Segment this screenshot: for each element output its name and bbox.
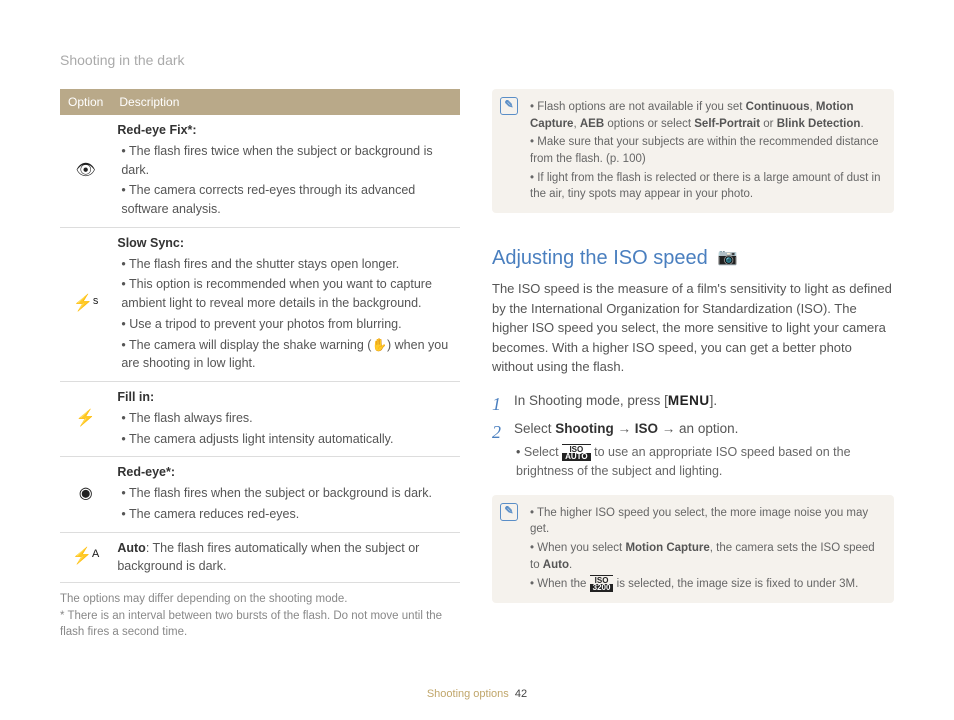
iso-auto-icon: ISOAUTO: [562, 444, 591, 462]
note-bullet: Make sure that your subjects are within …: [530, 134, 884, 167]
section-intro: The ISO speed is the measure of a film's…: [492, 279, 894, 377]
auto-flash-icon: ⚡ᴬ: [60, 532, 111, 583]
red-eye-fix-icon: 👁: [60, 115, 111, 227]
option-bullet: The flash fires when the subject or back…: [121, 484, 454, 503]
option-name: Red-eye*:: [117, 465, 175, 479]
footnote: The options may differ depending on the …: [60, 591, 460, 641]
note-bullet: Flash options are not available if you s…: [530, 99, 884, 132]
menu-button-label: MENU: [668, 393, 710, 408]
slow-sync-icon: ⚡ˢ: [60, 227, 111, 381]
option-bullet: The camera corrects red-eyes through its…: [121, 181, 454, 219]
option-bullet: The camera will display the shake warnin…: [121, 336, 454, 374]
option-name: Fill in:: [117, 390, 154, 404]
options-table: Option Description 👁 Red-eye Fix*: The f…: [60, 89, 460, 583]
step-sub-bullet: Select ISOAUTO to use an appropriate ISO…: [514, 443, 894, 481]
fill-in-icon: ⚡: [60, 382, 111, 457]
note-bullet: When you select Motion Capture, the came…: [530, 540, 884, 573]
page-number: 42: [515, 688, 527, 700]
iso-3200-icon: ISO3200: [590, 575, 614, 593]
steps-list: In Shooting mode, press [MENU]. Select S…: [492, 391, 894, 481]
option-bullet: The flash always fires.: [121, 409, 454, 428]
option-bullet: Use a tripod to prevent your photos from…: [121, 315, 454, 334]
option-bullet: The camera reduces red-eyes.: [121, 505, 454, 524]
note-icon: ✎: [500, 503, 518, 521]
option-bullet: The flash fires twice when the subject o…: [121, 142, 454, 180]
option-bullet: The flash fires and the shutter stays op…: [121, 255, 454, 274]
option-bullet: This option is recommended when you want…: [121, 275, 454, 313]
table-row: ◉ Red-eye*: The flash fires when the sub…: [60, 457, 460, 532]
table-row: ⚡ Fill in: The flash always fires. The c…: [60, 382, 460, 457]
camera-icon: 📷: [718, 246, 738, 270]
breadcrumb: Shooting in the dark: [60, 50, 894, 71]
step-1: In Shooting mode, press [MENU].: [492, 391, 894, 411]
note-bullet: The higher ISO speed you select, the mor…: [530, 505, 884, 538]
th-option: Option: [60, 89, 111, 115]
step-2: Select Shooting → ISO → an option. Selec…: [492, 419, 894, 481]
option-inline: : The flash fires automatically when the…: [117, 541, 419, 574]
option-bullet: The camera adjusts light intensity autom…: [121, 430, 454, 449]
note-bullet: If light from the flash is relected or t…: [530, 170, 884, 203]
red-eye-icon: ◉: [60, 457, 111, 532]
option-name: Slow Sync:: [117, 236, 184, 250]
table-row: 👁 Red-eye Fix*: The flash fires twice wh…: [60, 115, 460, 227]
section-heading: Adjusting the ISO speed 📷: [492, 243, 894, 273]
th-desc: Description: [111, 89, 460, 115]
note-bullet: When the ISO3200 is selected, the image …: [530, 575, 884, 593]
option-name: Auto: [117, 541, 145, 555]
table-row: ⚡ˢ Slow Sync: The flash fires and the sh…: [60, 227, 460, 381]
note-box-top: ✎ Flash options are not available if you…: [492, 89, 894, 213]
table-row: ⚡ᴬ Auto: The flash fires automatically w…: [60, 532, 460, 583]
page-footer: Shooting options 42: [0, 686, 954, 703]
note-icon: ✎: [500, 97, 518, 115]
note-box-bottom: ✎ The higher ISO speed you select, the m…: [492, 495, 894, 604]
option-name: Red-eye Fix*:: [117, 123, 196, 137]
